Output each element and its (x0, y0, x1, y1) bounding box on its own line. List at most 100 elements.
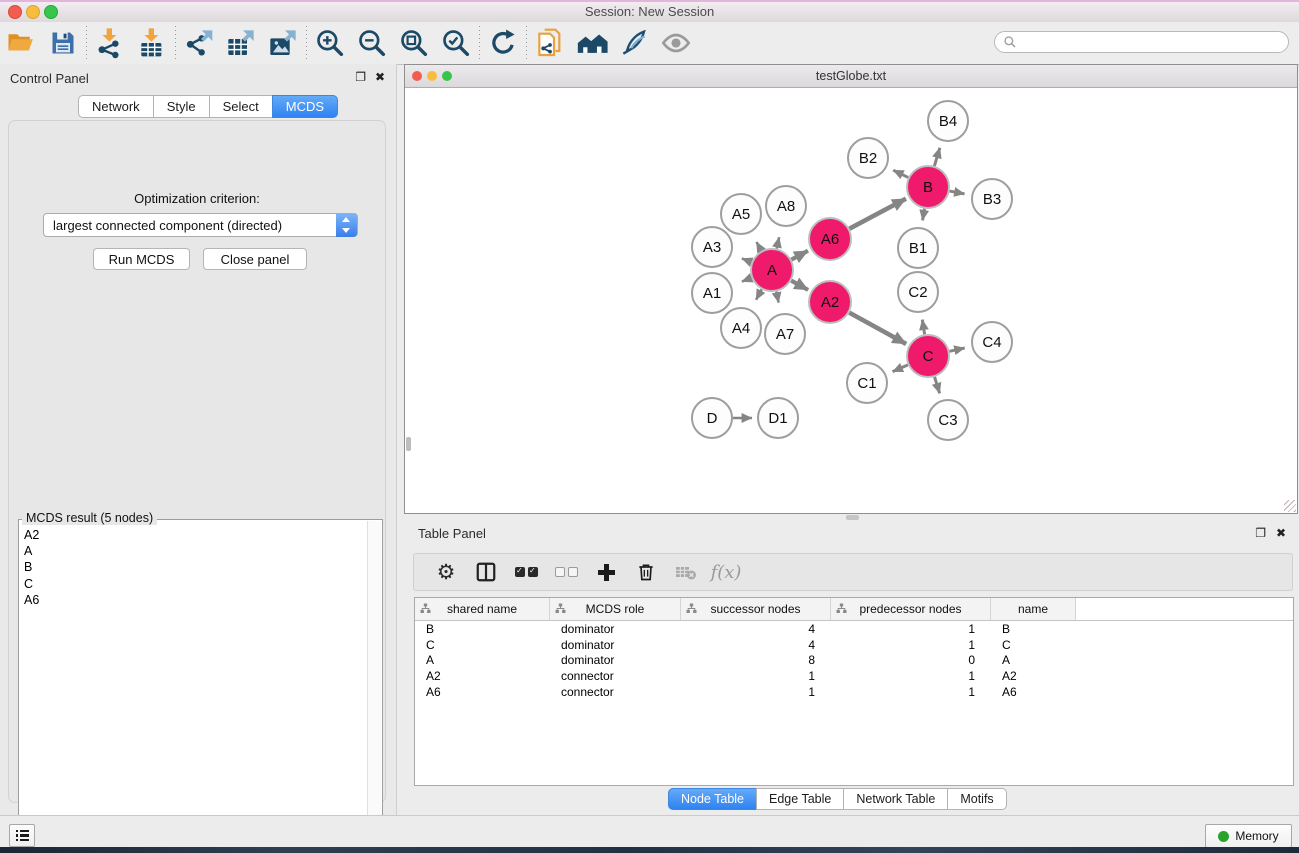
graph-node-B[interactable]: B (907, 166, 949, 208)
graph-edge[interactable] (742, 258, 752, 262)
graph-node-A6[interactable]: A6 (809, 218, 851, 260)
table-row[interactable]: A2connector11A2 (415, 668, 1293, 684)
graph-edge[interactable] (791, 251, 808, 260)
graph-edge[interactable] (922, 320, 924, 335)
tab-node-table[interactable]: Node Table (668, 788, 757, 810)
graph-node-D1[interactable]: D1 (758, 398, 798, 438)
tab-network[interactable]: Network (78, 95, 154, 118)
add-column-icon[interactable] (586, 556, 626, 588)
close-table-panel-icon[interactable]: ✖ (1276, 527, 1286, 539)
graph-edge[interactable] (935, 377, 940, 393)
close-panel-icon[interactable]: ✖ (375, 71, 385, 83)
graph-node-C3[interactable]: C3 (928, 400, 968, 440)
graph-node-A1[interactable]: A1 (692, 273, 732, 313)
graph-node-C2[interactable]: C2 (898, 272, 938, 312)
graph-node-C[interactable]: C (907, 335, 949, 377)
float-panel-icon[interactable]: ❐ (355, 71, 366, 83)
zoom-selected-icon[interactable] (435, 25, 477, 61)
resize-grip[interactable] (1284, 500, 1296, 512)
export-network-icon[interactable] (178, 25, 220, 61)
column-header-successor-nodes[interactable]: successor nodes (681, 598, 831, 620)
search-field[interactable] (994, 31, 1289, 53)
column-header-predecessor-nodes[interactable]: predecessor nodes (831, 598, 991, 620)
graph-edge[interactable] (950, 191, 965, 194)
graph-edge[interactable] (776, 292, 778, 303)
refresh-icon[interactable] (482, 25, 524, 61)
graph-edge[interactable] (742, 278, 752, 282)
table-row[interactable]: A6connector11A6 (415, 684, 1293, 700)
graph-edge[interactable] (949, 348, 964, 351)
graph-node-A7[interactable]: A7 (765, 314, 805, 354)
column-header-shared-name[interactable]: shared name (415, 598, 550, 620)
graph-node-B2[interactable]: B2 (848, 138, 888, 178)
table-row[interactable]: Bdominator41B (415, 621, 1293, 637)
mcds-result-item[interactable]: A2 (20, 527, 368, 543)
mcds-result-item[interactable]: A6 (20, 592, 368, 608)
tab-mcds[interactable]: MCDS (272, 95, 338, 118)
save-icon[interactable] (42, 25, 84, 61)
export-image-icon[interactable] (262, 25, 304, 61)
mcds-result-item[interactable]: B (20, 559, 368, 575)
graph-edge[interactable] (777, 237, 779, 248)
hide-annotations-icon[interactable] (613, 25, 655, 61)
delete-trash-icon[interactable] (626, 556, 666, 588)
memory-button[interactable]: Memory (1205, 824, 1292, 848)
home-network-icon[interactable] (571, 25, 613, 61)
tab-style[interactable]: Style (153, 95, 210, 118)
import-network-icon[interactable] (89, 25, 131, 61)
tab-network-table[interactable]: Network Table (843, 788, 948, 810)
table-row[interactable]: Adominator80A (415, 653, 1293, 669)
mcds-result-box: MCDS result (5 nodes) A2ABCA6 (18, 519, 383, 849)
tab-select[interactable]: Select (209, 95, 273, 118)
tab-edge-table[interactable]: Edge Table (756, 788, 844, 810)
graph-edge[interactable] (923, 209, 925, 221)
graph-edge[interactable] (756, 242, 761, 251)
column-header-name[interactable]: name (991, 598, 1076, 620)
graph-node-B1[interactable]: B1 (898, 228, 938, 268)
graph-edge[interactable] (849, 199, 905, 229)
search-input[interactable] (1017, 34, 1280, 50)
graph-edge[interactable] (791, 281, 808, 290)
vertical-scroll-thumb[interactable] (406, 437, 411, 451)
open-folder-icon[interactable] (0, 25, 42, 61)
float-table-panel-icon[interactable]: ❐ (1255, 527, 1266, 539)
select-all-icon[interactable] (506, 556, 546, 588)
network-graph-canvas[interactable]: B4 B2 B B3 A8A5 A6 B1 A3 A C2 A1 A2 A4A7 C4 C C1 D D1 C3 (405, 88, 1297, 513)
graph-node-A5[interactable]: A5 (721, 194, 761, 234)
graph-edge[interactable] (893, 170, 908, 177)
graph-node-A3[interactable]: A3 (692, 227, 732, 267)
graph-node-A2[interactable]: A2 (809, 281, 851, 323)
graph-node-A8[interactable]: A8 (766, 186, 806, 226)
graph-edge[interactable] (934, 148, 939, 166)
graph-edge[interactable] (849, 313, 906, 344)
mcds-result-item[interactable]: A (20, 543, 368, 559)
result-scrollbar[interactable] (367, 521, 381, 847)
zoom-fit-icon[interactable] (393, 25, 435, 61)
graph-node-C4[interactable]: C4 (972, 322, 1012, 362)
tab-motifs[interactable]: Motifs (947, 788, 1006, 810)
mcds-result-item[interactable]: C (20, 576, 368, 592)
table-settings-gear-icon[interactable]: ⚙ (426, 556, 466, 588)
graph-node-A4[interactable]: A4 (721, 308, 761, 348)
show-columns-icon[interactable] (466, 556, 506, 588)
table-row[interactable]: Cdominator41C (415, 637, 1293, 653)
graph-node-A[interactable]: A (751, 249, 793, 291)
deselect-all-icon[interactable] (546, 556, 586, 588)
zoom-out-icon[interactable] (351, 25, 393, 61)
graph-edge[interactable] (756, 289, 762, 299)
import-table-icon[interactable] (131, 25, 173, 61)
graph-edge[interactable] (893, 365, 908, 372)
network-document-icon[interactable] (529, 25, 571, 61)
task-history-button[interactable] (9, 824, 35, 847)
graph-node-B4[interactable]: B4 (928, 101, 968, 141)
close-panel-button[interactable]: Close panel (203, 248, 307, 270)
graph-node-B3[interactable]: B3 (972, 179, 1012, 219)
optimization-criterion-select[interactable]: largest connected component (directed) (43, 213, 358, 237)
column-header-MCDS-role[interactable]: MCDS role (550, 598, 681, 620)
run-mcds-button[interactable]: Run MCDS (93, 248, 190, 270)
graph-node-D[interactable]: D (692, 398, 732, 438)
zoom-in-icon[interactable] (309, 25, 351, 61)
show-details-eye-icon[interactable] (655, 25, 697, 61)
export-table-icon[interactable] (220, 25, 262, 61)
graph-node-C1[interactable]: C1 (847, 363, 887, 403)
